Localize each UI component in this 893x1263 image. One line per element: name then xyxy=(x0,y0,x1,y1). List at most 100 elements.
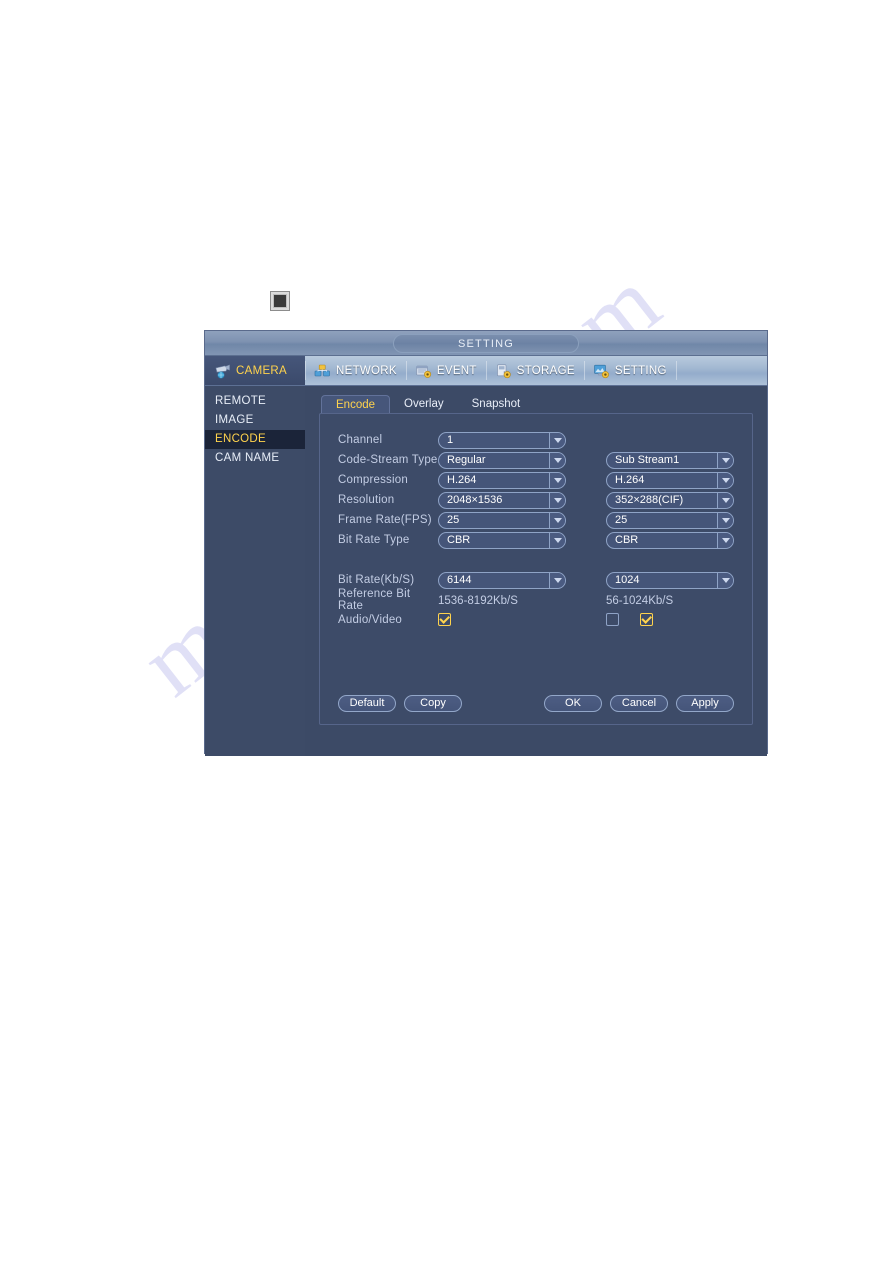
sidebar: REMOTE IMAGE ENCODE CAM NAME xyxy=(205,386,305,756)
default-button[interactable]: Default xyxy=(338,695,396,712)
code-stream-type-select[interactable]: Regular xyxy=(438,451,566,469)
chevron-down-icon[interactable] xyxy=(549,472,565,488)
form-spacer xyxy=(338,550,752,570)
setting-dialog: SETTING CAMERA NETWORK EVENT STORAGE SET… xyxy=(204,330,768,756)
sidebar-item-image-label: IMAGE xyxy=(215,414,254,426)
frame-rate-main-select[interactable]: 25 xyxy=(438,511,566,529)
menu-item-event[interactable]: EVENT xyxy=(405,356,486,385)
encode-panel: Channel 1 Code-Stream Type Regular Sub S… xyxy=(319,413,753,725)
menu-item-camera[interactable]: CAMERA xyxy=(205,356,305,385)
chevron-down-icon[interactable] xyxy=(549,512,565,528)
tab-overlay[interactable]: Overlay xyxy=(390,395,458,414)
storage-icon xyxy=(495,363,512,379)
dialog-titlebar: SETTING xyxy=(205,331,767,356)
reference-bit-rate-main-value: 1536-8192Kb/S xyxy=(438,595,518,607)
bit-rate-main-select-value: 6144 xyxy=(447,574,472,586)
chevron-down-icon[interactable] xyxy=(549,432,565,448)
sidebar-item-remote[interactable]: REMOTE xyxy=(205,392,305,411)
chevron-down-icon[interactable] xyxy=(717,532,733,548)
ok-button[interactable]: OK xyxy=(544,695,602,712)
sub-stream-select-value: Sub Stream1 xyxy=(615,454,680,466)
dialog-title: SETTING xyxy=(393,334,579,353)
resolution-sub-select[interactable]: 352×288(CIF) xyxy=(606,491,734,509)
resolution-main-select[interactable]: 2048×1536 xyxy=(438,491,566,509)
form-row-reference-bit-rate: Reference Bit Rate 1536-8192Kb/S 56-1024… xyxy=(338,588,752,612)
compression-sub-select-value: H.264 xyxy=(615,474,645,486)
camera-icon xyxy=(214,363,231,379)
form-row-frame-rate: Frame Rate(FPS) 25 25 xyxy=(338,510,752,530)
menu-item-network-label: NETWORK xyxy=(336,364,397,377)
form-row-resolution: Resolution 2048×1536 352×288(CIF) xyxy=(338,490,752,510)
cancel-button[interactable]: Cancel xyxy=(610,695,668,712)
chevron-down-icon[interactable] xyxy=(549,452,565,468)
tab-encode[interactable]: Encode xyxy=(321,395,391,414)
sub-stream-select[interactable]: Sub Stream1 xyxy=(606,451,734,469)
sidebar-item-image[interactable]: IMAGE xyxy=(205,411,305,430)
bit-rate-type-main-select[interactable]: CBR xyxy=(438,531,566,549)
form-row-compression: Compression H.264 H.264 xyxy=(338,470,752,490)
label-bit-rate: Bit Rate(Kb/S) xyxy=(338,574,415,586)
square-chip-icon-inner xyxy=(273,294,287,308)
sidebar-item-cam-name[interactable]: CAM NAME xyxy=(205,449,305,468)
copy-button[interactable]: Copy xyxy=(404,695,462,712)
tab-bar: Encode Overlay Snapshot xyxy=(321,394,753,414)
chevron-down-icon[interactable] xyxy=(717,512,733,528)
compression-sub-select[interactable]: H.264 xyxy=(606,471,734,489)
code-stream-type-select-value: Regular xyxy=(447,454,486,466)
chevron-down-icon[interactable] xyxy=(717,492,733,508)
menu-item-setting[interactable]: SETTING xyxy=(583,356,676,385)
bit-rate-type-sub-select-value: CBR xyxy=(615,534,639,546)
chevron-down-icon[interactable] xyxy=(549,532,565,548)
frame-rate-sub-select[interactable]: 25 xyxy=(606,511,734,529)
label-frame-rate: Frame Rate(FPS) xyxy=(338,514,432,526)
bit-rate-type-main-select-value: CBR xyxy=(447,534,471,546)
dialog-body: REMOTE IMAGE ENCODE CAM NAME Encode Over… xyxy=(205,386,767,756)
bit-rate-sub-select[interactable]: 1024 xyxy=(606,571,734,589)
audio-video-sub-audio-checkbox[interactable] xyxy=(606,613,619,627)
label-reference-bit-rate: Reference Bit Rate xyxy=(338,588,411,612)
square-chip-icon xyxy=(270,291,290,311)
label-bit-rate-type: Bit Rate Type xyxy=(338,534,410,546)
frame-rate-sub-select-value: 25 xyxy=(615,514,628,526)
menu-item-event-label: EVENT xyxy=(436,364,477,377)
bit-rate-type-sub-select[interactable]: CBR xyxy=(606,531,734,549)
label-resolution: Resolution xyxy=(338,494,395,506)
label-audio-video: Audio/Video xyxy=(338,614,403,626)
audio-video-main-checkbox[interactable] xyxy=(438,613,451,627)
encode-form: Channel 1 Code-Stream Type Regular Sub S… xyxy=(320,428,752,630)
bit-rate-main-select[interactable]: 6144 xyxy=(438,571,566,589)
form-row-code-stream-type: Code-Stream Type Regular Sub Stream1 xyxy=(338,450,752,470)
tab-overlay-label: Overlay xyxy=(404,398,444,410)
tab-encode-label: Encode xyxy=(336,399,376,411)
channel-select[interactable]: 1 xyxy=(438,431,566,449)
button-row: Default Copy OK Cancel Apply xyxy=(320,695,752,712)
tab-snapshot-label: Snapshot xyxy=(471,398,521,410)
chevron-down-icon[interactable] xyxy=(717,452,733,468)
sidebar-item-encode-label: ENCODE xyxy=(215,433,267,445)
label-channel: Channel xyxy=(338,434,383,446)
compression-main-select[interactable]: H.264 xyxy=(438,471,566,489)
form-row-audio-video: Audio/Video xyxy=(338,610,752,630)
chevron-down-icon[interactable] xyxy=(717,472,733,488)
reference-bit-rate-sub-value: 56-1024Kb/S xyxy=(606,595,674,607)
menu-item-network[interactable]: NETWORK xyxy=(305,356,406,385)
sidebar-item-cam-name-label: CAM NAME xyxy=(215,452,280,464)
chevron-down-icon[interactable] xyxy=(549,572,565,588)
audio-video-sub-video-checkbox[interactable] xyxy=(639,613,653,627)
main-menu-bar: CAMERA NETWORK EVENT STORAGE SETTING xyxy=(205,356,767,386)
setting-icon xyxy=(593,363,610,379)
form-row-channel: Channel 1 xyxy=(338,430,752,450)
bit-rate-sub-select-value: 1024 xyxy=(615,574,640,586)
menu-item-storage[interactable]: STORAGE xyxy=(485,356,584,385)
label-compression: Compression xyxy=(338,474,408,486)
compression-main-select-value: H.264 xyxy=(447,474,477,486)
resolution-sub-select-value: 352×288(CIF) xyxy=(615,494,684,506)
label-code-stream-type: Code-Stream Type xyxy=(338,454,438,466)
menu-item-storage-label: STORAGE xyxy=(516,364,575,377)
apply-button[interactable]: Apply xyxy=(676,695,734,712)
chevron-down-icon[interactable] xyxy=(717,572,733,588)
chevron-down-icon[interactable] xyxy=(549,492,565,508)
sidebar-item-encode[interactable]: ENCODE xyxy=(205,430,305,449)
frame-rate-main-select-value: 25 xyxy=(447,514,460,526)
tab-snapshot[interactable]: Snapshot xyxy=(458,395,535,414)
